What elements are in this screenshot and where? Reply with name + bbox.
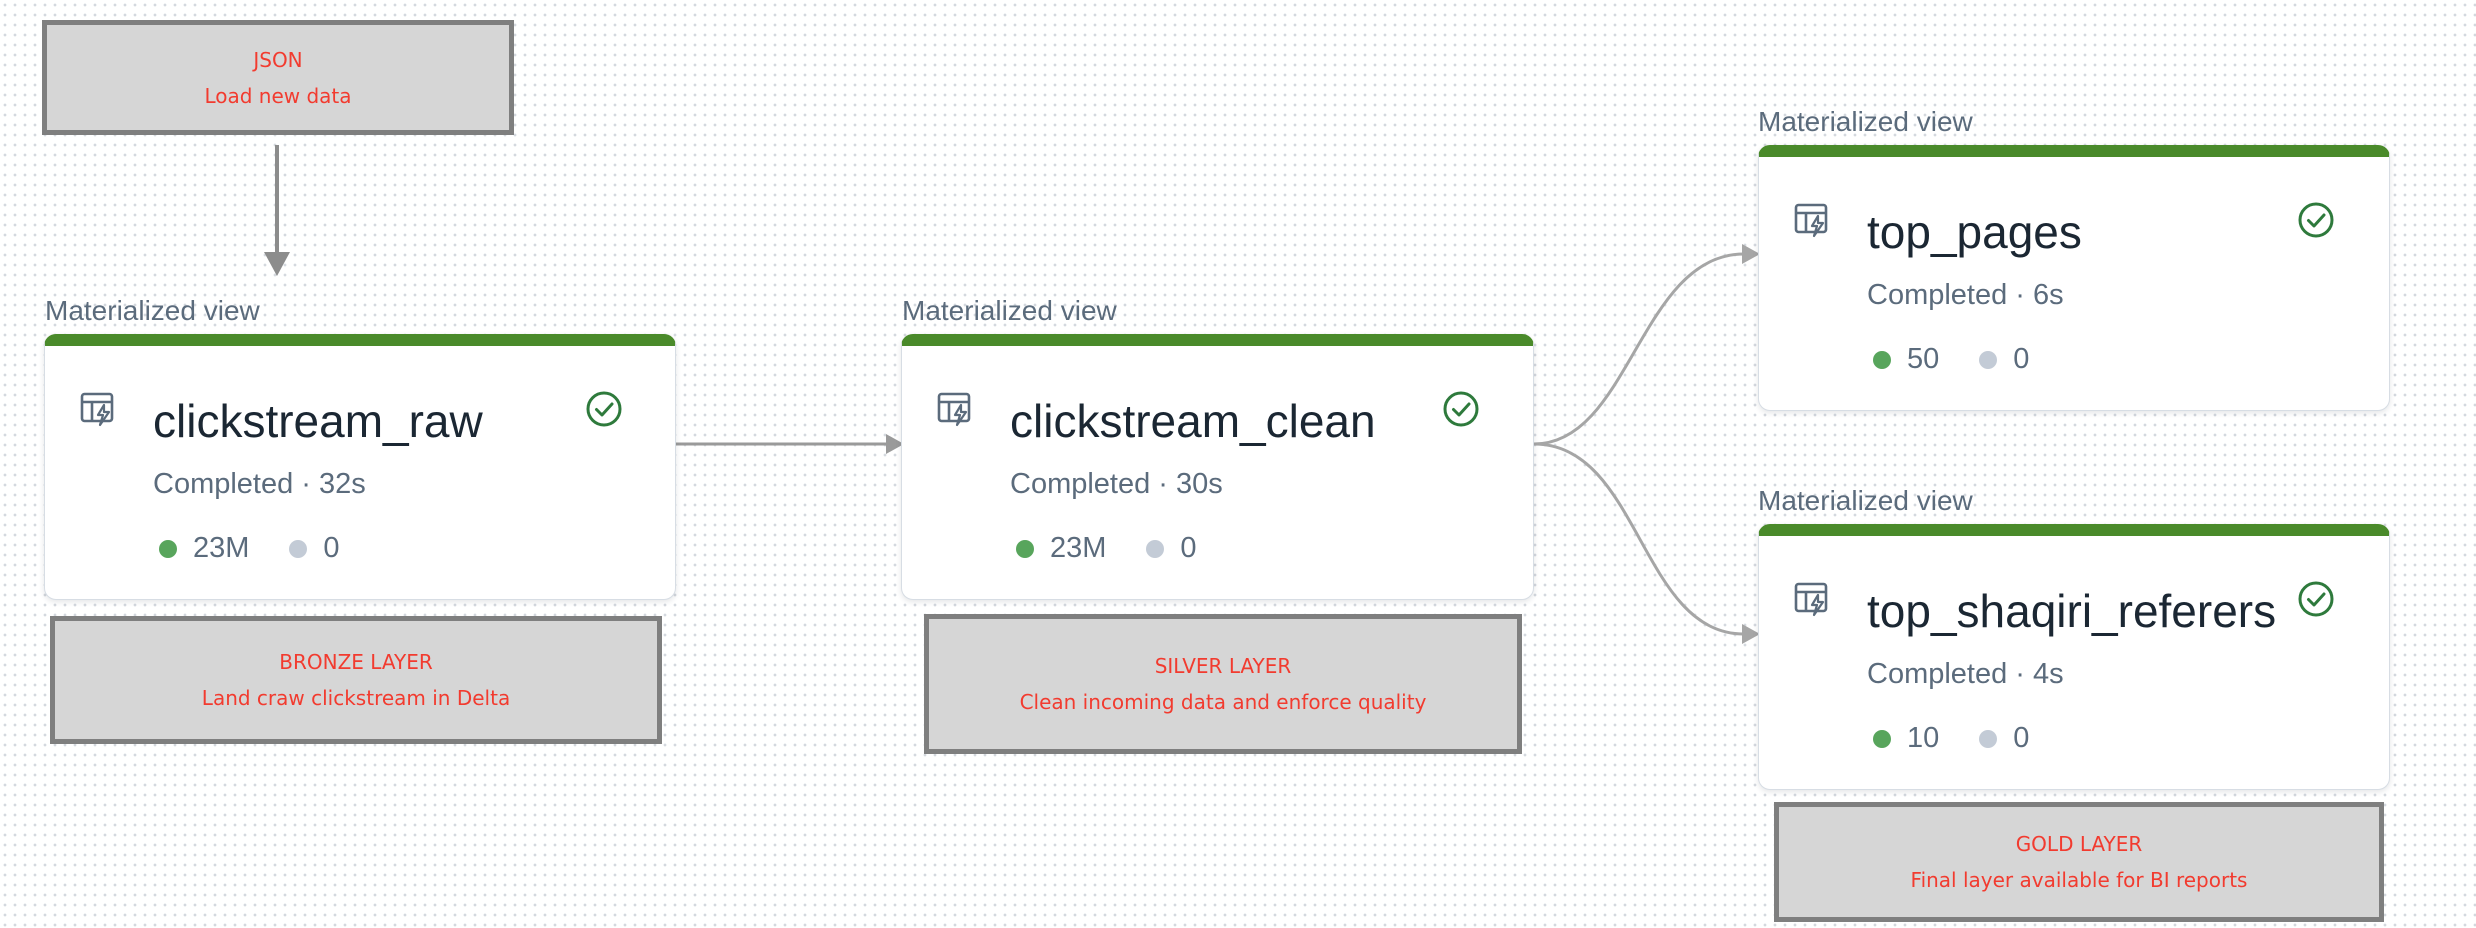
grey-dot-icon [1979,350,1998,369]
note-gold-subtitle: Final layer available for BI reports [1910,868,2248,892]
node-card-clickstream-raw[interactable]: clickstream_raw Completed · 32s 23M 0 [44,334,676,600]
materialized-view-icon [1794,203,1828,238]
metric-rows: 50 [1873,343,1939,376]
metric-rows-value: 10 [1907,722,1940,754]
node-status: Completed · 32s [153,468,366,500]
note-silver-subtitle: Clean incoming data and enforce quality [1019,690,1427,714]
note-json[interactable]: JSON Load new data [42,20,514,135]
note-silver-title: SILVER LAYER [1154,654,1292,678]
check-circle-icon [2298,202,2334,238]
node-card-clickstream-clean[interactable]: clickstream_clean Completed · 30s 23M 0 [901,334,1534,600]
node-kind-label: Materialized view [1758,485,1973,516]
node-metrics: 23M 0 [1016,532,1237,565]
check-circle-icon [1443,391,1479,427]
note-json-title: JSON [253,47,303,72]
green-dot-icon [1873,350,1891,369]
metric-rows: 23M [159,532,249,565]
grey-dot-icon [289,539,308,558]
metric-dropped-value: 0 [2013,722,2030,754]
grey-dot-icon [1146,539,1165,558]
node-status: Completed · 30s [1010,468,1223,500]
green-dot-icon [1873,729,1891,748]
node-title: top_pages [1867,206,2082,258]
node-card-top-pages[interactable]: top_pages Completed · 6s 50 0 [1758,145,2390,411]
metric-dropped: 0 [1146,532,1197,565]
metric-dropped-value: 0 [323,532,340,564]
node-status: Completed · 6s [1867,279,2064,311]
metric-dropped-value: 0 [2013,343,2030,375]
node-card-top-shaqiri-referers[interactable]: top_shaqiri_referers Completed · 4s 10 0 [1758,524,2390,790]
check-circle-icon [2298,581,2334,617]
metric-rows: 23M [1016,532,1106,565]
note-bronze-layer[interactable]: BRONZE LAYER Land craw clickstream in De… [50,616,662,744]
materialized-view-icon [80,392,114,427]
node-status: Completed · 4s [1867,658,2064,690]
materialized-view-icon [937,392,971,427]
note-bronze-subtitle: Land craw clickstream in Delta [201,686,511,710]
metric-rows-value: 23M [1050,532,1107,564]
edge-clean-to-top-pages [1533,252,1745,446]
metric-rows-value: 23M [193,532,250,564]
metric-rows-value: 50 [1907,343,1940,375]
node-kind-label: Materialized view [902,295,1117,326]
metric-dropped: 0 [289,532,340,565]
node-metrics: 23M 0 [159,532,380,565]
metric-dropped: 0 [1979,722,2029,755]
metric-dropped: 0 [1979,343,2029,376]
node-kind-label: Materialized view [45,295,260,326]
note-gold-layer[interactable]: GOLD LAYER Final layer available for BI … [1774,802,2384,922]
note-silver-layer[interactable]: SILVER LAYER Clean incoming data and enf… [924,614,1522,754]
node-title: top_shaqiri_referers [1867,585,2277,637]
materialized-view-icon [1794,582,1828,617]
edge-clean-to-top-shaqiri [1533,442,1745,636]
metric-rows: 10 [1873,722,1939,755]
note-bronze-title: BRONZE LAYER [279,650,433,674]
check-circle-icon [586,391,622,427]
green-dot-icon [159,539,177,558]
node-metrics: 10 0 [1873,722,2069,755]
node-title: clickstream_raw [153,395,483,447]
note-json-subtitle: Load new data [204,83,352,108]
green-dot-icon [1016,539,1034,558]
node-title: clickstream_clean [1010,395,1376,447]
note-gold-title: GOLD LAYER [2015,832,2143,856]
metric-dropped-value: 0 [1180,532,1197,564]
node-kind-label: Materialized view [1758,106,1973,137]
edge-json-arrowhead [264,252,290,276]
grey-dot-icon [1979,729,1998,748]
node-metrics: 50 0 [1873,343,2069,376]
